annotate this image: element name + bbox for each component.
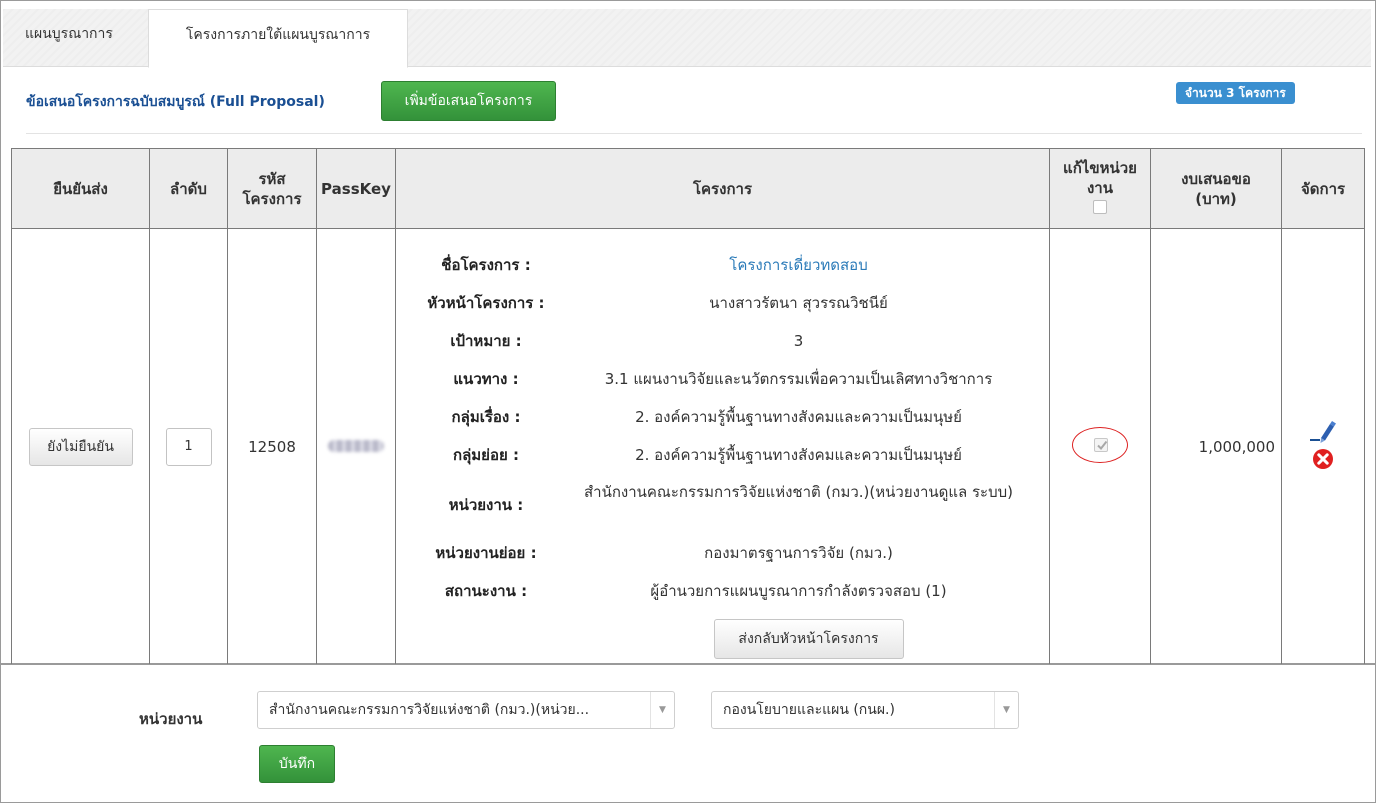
section-header: ข้อเสนอโครงการฉบับสมบูรณ์ (Full Proposal… [26,81,1362,121]
detail-label: กลุ่มเรื่อง : [451,407,521,426]
detail-row-subunit: หน่วยงานย่อย : กองมาตรฐานการวิจัย (กมว.) [408,535,1049,573]
unit-label: หน่วยงาน [139,710,203,728]
detail-label: หน่วยงาน : [448,495,524,514]
delete-x-icon[interactable] [1312,448,1334,470]
order-input[interactable] [165,427,212,466]
highlight-oval [1072,426,1128,463]
detail-value: ผู้อำนวยการแผนบูรณาการกำลังตรวจสอบ (1) [650,581,947,600]
header-manage: จัดการ [1281,148,1365,229]
passkey-cell [316,228,396,665]
header-project-code: รหัส โครงการ [227,148,317,229]
budget-cell: 1,000,000 [1150,228,1282,665]
detail-label: กลุ่มย่อย : [453,445,519,464]
proposal-table: ยืนยันส่ง ลำดับ รหัส โครงการ PassKey โคร… [11,148,1365,665]
detail-label: แนวทาง : [453,369,519,388]
detail-row-status: สถานะงาน : ผู้อำนวยการแผนบูรณาการกำลังตร… [408,573,1049,611]
confirm-cell: ยังไม่ยืนยัน [11,228,150,665]
unit-edit-panel: หน่วยงาน สำนักงานคณะกรรมการวิจัยแห่งชาติ… [0,664,1376,803]
header-confirm: ยืนยันส่ง [11,148,150,229]
detail-label: หัวหน้าโครงการ : [427,293,545,312]
tab-bar: แผนบูรณาการ โครงการภายใต้แผนบูรณาการ [3,9,1371,68]
manage-cell [1281,228,1365,665]
header-project: โครงการ [395,148,1050,229]
add-proposal-button[interactable]: เพิ่มข้อเสนอโครงการ [381,81,556,121]
project-name-link[interactable]: โครงการเดี่ยวทดสอบ [568,247,1049,284]
detail-label: ชื่อโครงการ : [441,255,531,274]
project-details-cell: ชื่อโครงการ : โครงการเดี่ยวทดสอบ หัวหน้า… [395,228,1050,665]
detail-label: เป้าหมาย : [450,331,522,350]
save-button[interactable]: บันทึก [259,745,335,783]
return-to-leader-button[interactable]: ส่งกลับหัวหน้าโครงการ [713,618,904,659]
manage-actions [1308,418,1338,472]
unit-select-value: สำนักงานคณะกรรมการวิจัยแห่งชาติ (กมว.)(ห… [269,702,590,718]
not-confirmed-button[interactable]: ยังไม่ยืนยัน [28,427,133,466]
divider [26,133,1362,134]
detail-value: 3 [793,331,804,350]
detail-value: กองมาตรฐานการวิจัย (กมว.) [704,543,893,562]
detail-row-leader: หัวหน้าโครงการ : นางสาวรัตนา สุวรรณวิชนี… [408,285,1049,323]
edit-unit-cell [1049,228,1151,665]
code-cell: 12508 [227,228,317,665]
detail-row-approach: แนวทาง : 3.1 แผนงานวิจัยและนวัตกรรมเพื่อ… [408,361,1049,399]
subunit-select-value: กองนโยบายและแผน (กนผ.) [723,702,895,718]
detail-value: 2. องค์ความรู้พื้นฐานทางสังคมและความเป็น… [635,445,962,464]
table-row: ยังไม่ยืนยัน 12508 ชื่อโครงการ : โครงการ… [11,228,1365,665]
edit-pencil-icon[interactable] [1308,418,1338,448]
project-count-badge: จำนวน 3 โครงการ [1176,82,1295,104]
edit-unit-checkbox[interactable] [1094,437,1108,452]
dropdown-arrow-icon: ▼ [650,692,674,728]
order-cell [149,228,228,665]
header-passkey: PassKey [316,148,396,229]
detail-value: สำนักงานคณะกรรมการวิจัยแห่งชาติ (กมว.)(ห… [583,482,1013,501]
detail-value: นางสาวรัตนา สุวรรณวิชนีย์ [709,293,888,312]
select-all-checkbox[interactable] [1093,200,1107,214]
detail-row-unit: หน่วยงาน : สำนักงานคณะกรรมการวิจัยแห่งชา… [408,475,1049,535]
detail-value: 3.1 แผนงานวิจัยและนวัตกรรมเพื่อความเป็นเ… [604,369,993,388]
project-panel: แผนบูรณาการ โครงการภายใต้แผนบูรณาการ ข้อ… [0,0,1376,665]
header-order: ลำดับ [149,148,228,229]
table-header-row: ยืนยันส่ง ลำดับ รหัส โครงการ PassKey โคร… [11,148,1365,229]
passkey-redacted [328,439,384,452]
detail-label: หน่วยงานย่อย : [435,543,537,562]
detail-row-topic-group: กลุ่มเรื่อง : 2. องค์ความรู้พื้นฐานทางสั… [408,399,1049,437]
detail-value: 2. องค์ความรู้พื้นฐานทางสังคมและความเป็น… [635,407,962,426]
unit-select[interactable]: สำนักงานคณะกรรมการวิจัยแห่งชาติ (กมว.)(ห… [257,691,675,729]
detail-row-target: เป้าหมาย : 3 [408,323,1049,361]
proposal-section-title: ข้อเสนอโครงการฉบับสมบูรณ์ (Full Proposal… [26,94,325,110]
tab-integration-plan[interactable]: แผนบูรณาการ [9,9,129,67]
subunit-select[interactable]: กองนโยบายและแผน (กนผ.) ▼ [711,691,1019,729]
detail-row-name: ชื่อโครงการ : โครงการเดี่ยวทดสอบ [408,247,1049,285]
header-budget: งบเสนอขอ (บาท) [1150,148,1282,229]
header-edit-unit: แก้ไขหน่วย งาน [1049,148,1151,229]
checkmark-icon [1097,440,1108,450]
tab-projects-under-plan[interactable]: โครงการภายใต้แผนบูรณาการ [148,9,408,68]
detail-label: สถานะงาน : [444,581,528,600]
dropdown-arrow-icon: ▼ [994,692,1018,728]
detail-row-subgroup: กลุ่มย่อย : 2. องค์ความรู้พื้นฐานทางสังค… [408,437,1049,475]
